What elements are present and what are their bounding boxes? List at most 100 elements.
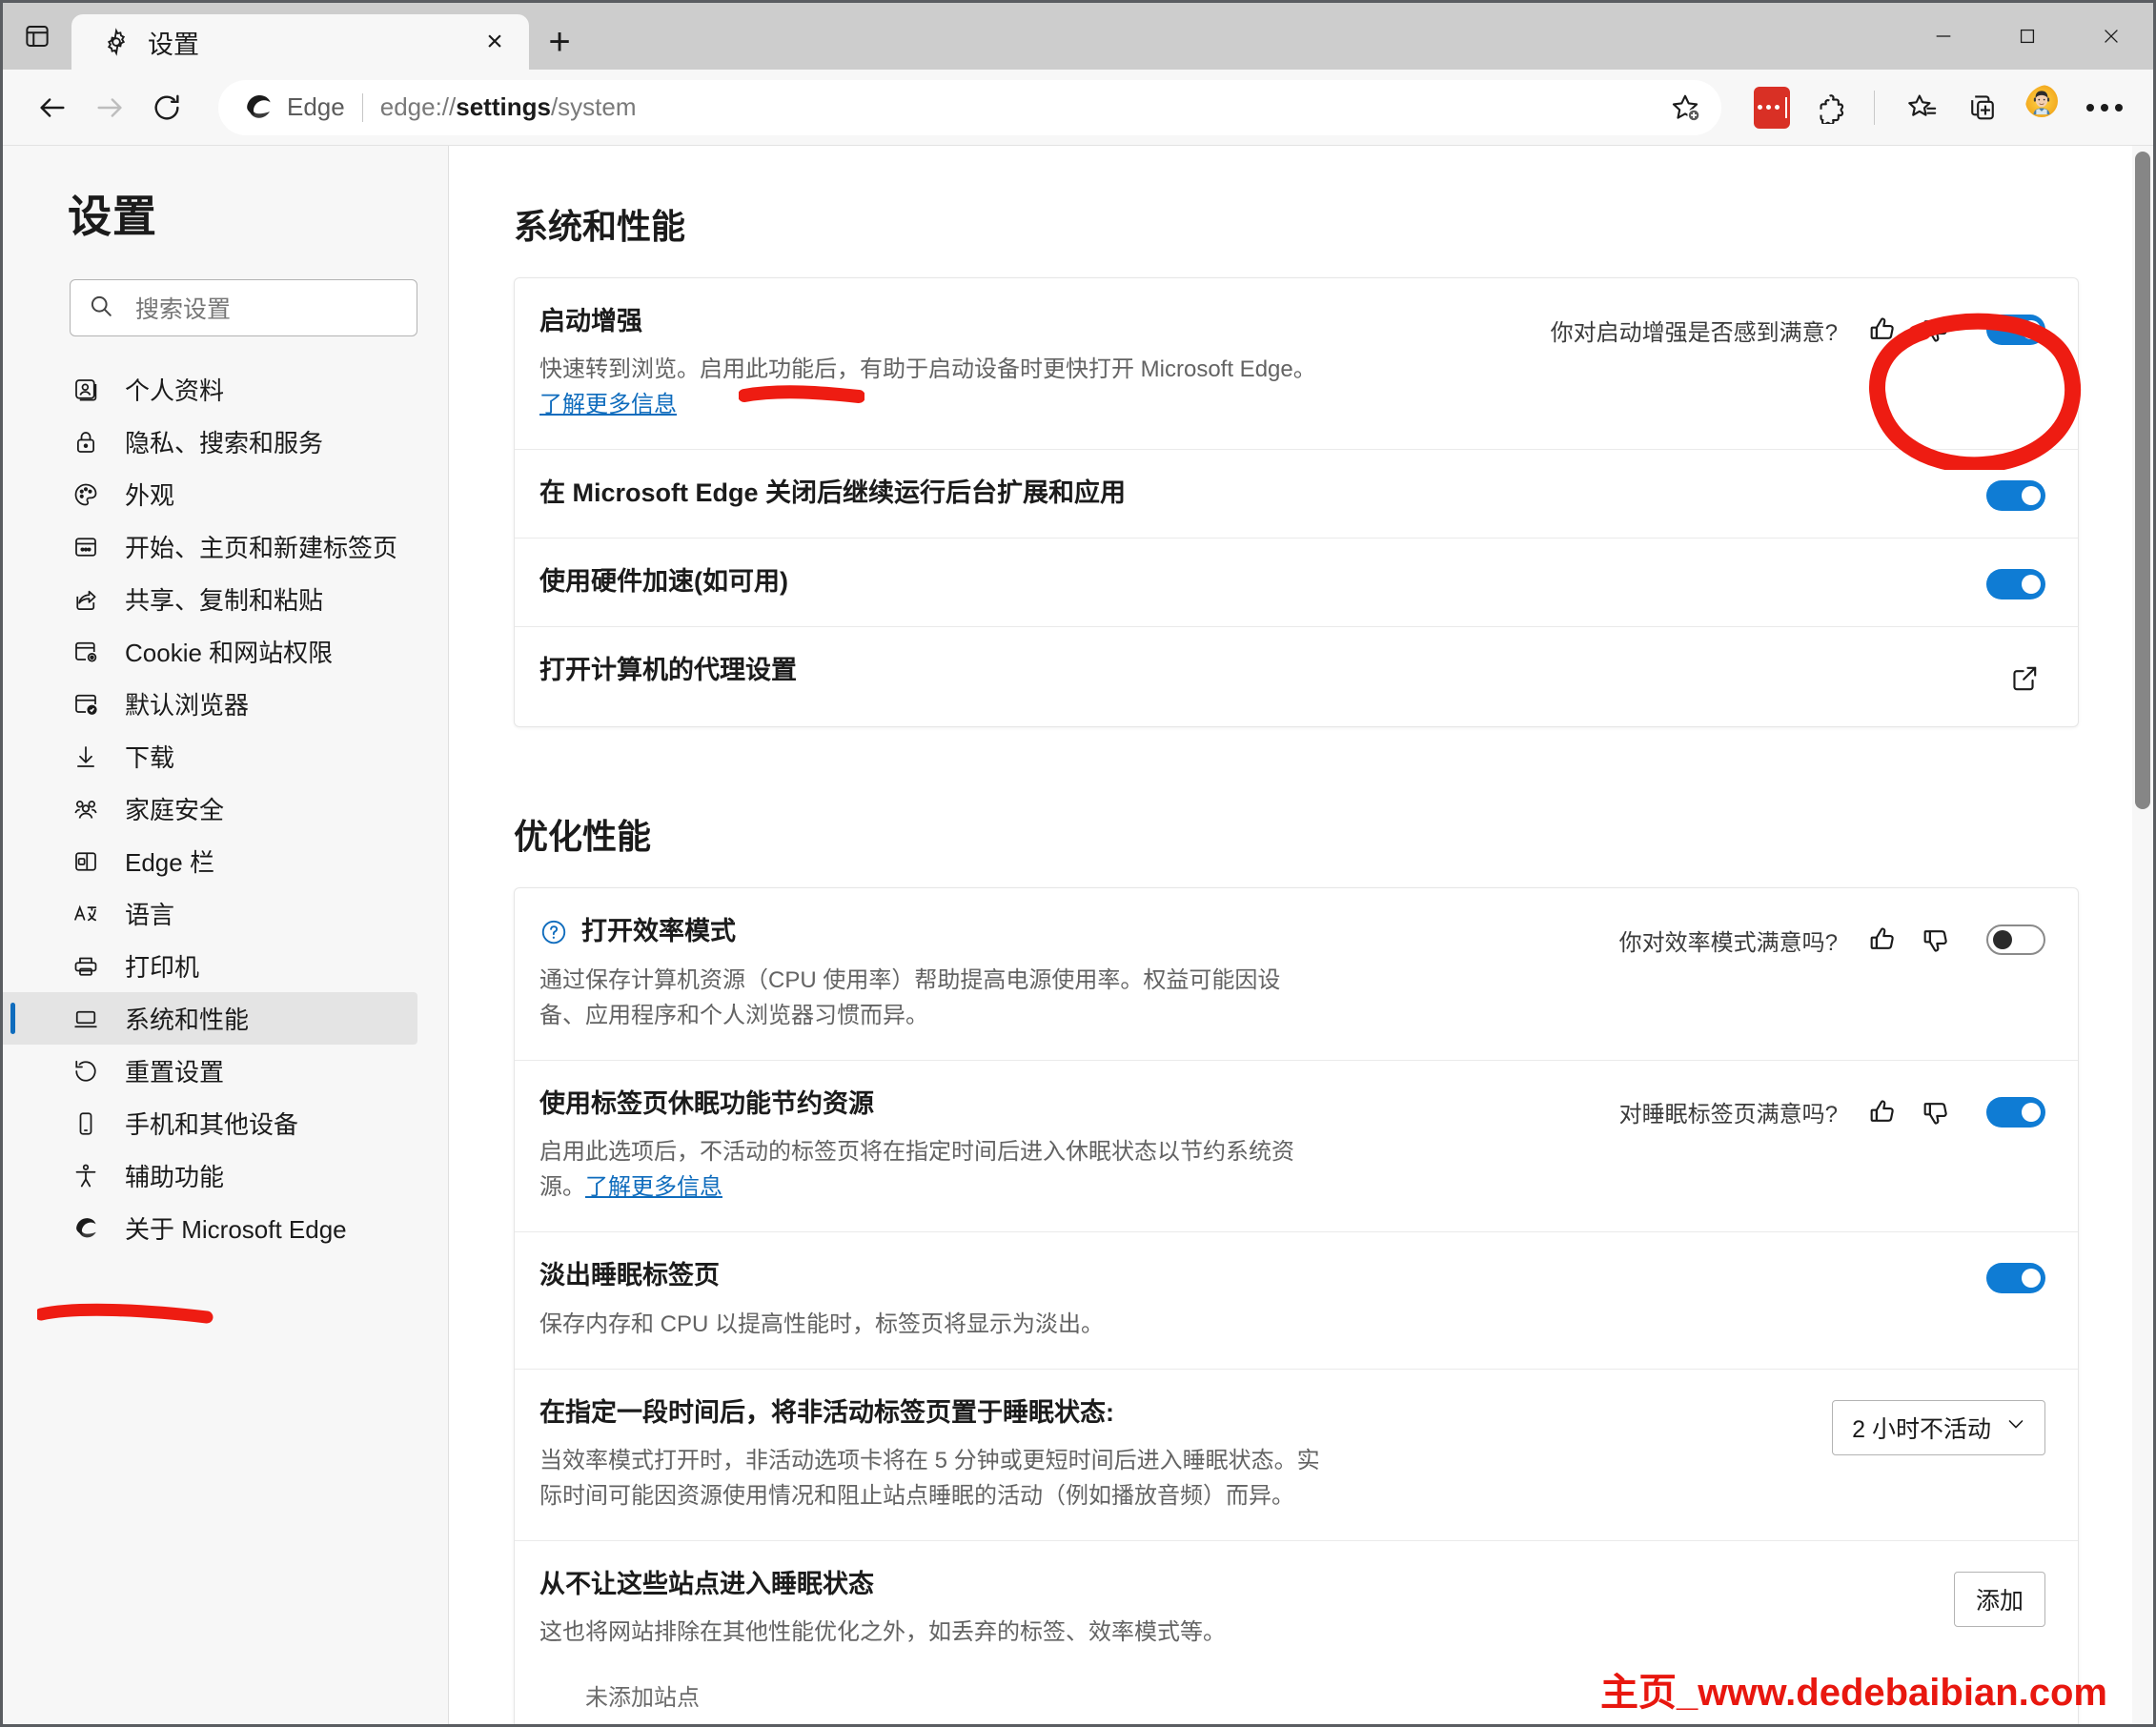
profile-icon — [70, 374, 102, 406]
settings-and-more-icon[interactable] — [2077, 80, 2132, 135]
inactive-timer-dropdown[interactable]: 2 小时不活动 — [1832, 1399, 2045, 1455]
address-brand-label: Edge — [287, 92, 345, 121]
sidebar-item-share-copy-paste[interactable]: 共享、复制和粘贴 — [3, 573, 417, 625]
sidebar-item-label: 默认浏览器 — [125, 691, 250, 720]
startup-boost-toggle[interactable] — [1986, 315, 2045, 345]
new-tab-button[interactable]: + — [529, 14, 590, 70]
family-icon — [70, 793, 102, 825]
puzzle-extensions-icon[interactable] — [1805, 80, 1861, 135]
lock-icon — [70, 426, 102, 458]
thumbs-down-icon[interactable] — [1916, 309, 1958, 351]
sidebar-item-downloads[interactable]: 下载 — [3, 730, 417, 782]
inactive-timer-title: 在指定一段时间后，将非活动标签页置于睡眠状态: — [539, 1397, 1114, 1427]
never-sleep-controls: 添加 — [1954, 1568, 2045, 1628]
efficiency-mode-description: 通过保存计算机资源（CPU 使用率）帮助提高电源使用率。权益可能因设备、应用程序… — [539, 966, 1281, 1028]
sidebar-item-label: 共享、复制和粘贴 — [125, 586, 324, 615]
address-divider — [361, 92, 363, 122]
thumbs-down-icon[interactable] — [1916, 1091, 1958, 1133]
system-settings-card: 启动增强 快速转到浏览。启用此功能后，有助于启动设备时更快打开 Microsof… — [514, 277, 2079, 728]
thumbs-down-icon[interactable] — [1916, 919, 1958, 961]
tab-search-icon[interactable] — [3, 3, 71, 70]
external-link-icon[interactable] — [2003, 658, 2045, 700]
sidebar-item-languages[interactable]: 语言 — [3, 887, 417, 940]
window-controls — [1902, 3, 2153, 70]
learn-more-link[interactable]: 了解更多信息 — [585, 1174, 722, 1200]
proxy-settings-controls — [2003, 654, 2045, 700]
arrow-left-icon[interactable] — [24, 79, 81, 136]
fade-sleeping-toggle[interactable] — [1986, 1263, 2045, 1294]
title-bar: 设置 × + — [3, 3, 2153, 70]
favorites-icon[interactable] — [1894, 80, 1949, 135]
address-url-text: edge://settings/system — [379, 92, 637, 121]
row-hardware-acceleration: 使用硬件加速(如可用) — [515, 538, 2078, 628]
thumbs-up-icon[interactable] — [1862, 1091, 1904, 1133]
sidebar-item-reset-settings[interactable]: 重置设置 — [3, 1045, 417, 1097]
sidebar-item-about-edge[interactable]: 关于 Microsoft Edge — [3, 1202, 417, 1254]
sidebar-item-default-browser[interactable]: 默认浏览器 — [3, 678, 417, 730]
sidebar-item-profile[interactable]: 个人资料 — [3, 363, 417, 416]
thumbs-up-icon[interactable] — [1862, 919, 1904, 961]
learn-more-link[interactable]: 了解更多信息 — [539, 392, 677, 417]
search-icon — [88, 293, 114, 324]
reset-icon — [70, 1055, 102, 1087]
default-browser-icon — [70, 688, 102, 721]
share-icon — [70, 583, 102, 616]
sidebar-item-system-performance[interactable]: 系统和性能 — [3, 992, 417, 1045]
never-sleep-title: 从不让这些站点进入睡眠状态 — [539, 1570, 874, 1599]
sidebar-item-phone-devices[interactable]: 手机和其他设备 — [3, 1097, 417, 1149]
add-site-button[interactable]: 添加 — [1954, 1572, 2045, 1628]
sidebar-item-appearance[interactable]: 外观 — [3, 468, 417, 520]
sleeping-tabs-description: 启用此选项后，不活动的标签页将在指定时间后进入休眠状态以节约系统资源。了解更多信… — [539, 1139, 1294, 1201]
profile-avatar[interactable] — [2016, 80, 2071, 135]
collections-icon[interactable] — [1955, 80, 2010, 135]
scrollbar-thumb[interactable] — [2135, 152, 2150, 809]
sidebar-item-privacy[interactable]: 隐私、搜索和服务 — [3, 416, 417, 468]
hardware-accel-controls — [1969, 565, 2045, 600]
efficiency-mode-toggle[interactable] — [1986, 924, 2045, 956]
refresh-icon[interactable] — [138, 79, 195, 136]
efficiency-mode-title: 打开效率模式 — [581, 917, 736, 946]
settings-main-panel: 系统和性能 启动增强 快速转到浏览。启用此功能后，有助于启动设备时更快打开 Mi… — [449, 146, 2153, 1724]
hardware-accel-title: 使用硬件加速(如可用) — [539, 567, 788, 597]
address-bar[interactable]: Edge edge://settings/system — [218, 79, 1721, 135]
browser-tab[interactable]: 设置 × — [71, 14, 529, 70]
background-apps-toggle[interactable] — [1986, 480, 2045, 512]
sidebar-item-accessibility[interactable]: 辅助功能 — [3, 1149, 417, 1202]
close-window-icon[interactable] — [2069, 3, 2153, 70]
sidebar-item-printers[interactable]: 打印机 — [3, 940, 417, 992]
page-content: 设置 搜索设置 个人资料 隐私、搜索和服务 外观 开始、主页和新建标签页 共享、… — [3, 146, 2153, 1724]
sidebar-item-start-home[interactable]: 开始、主页和新建标签页 — [3, 520, 417, 573]
thumbs-up-icon[interactable] — [1862, 309, 1904, 351]
sidebar-item-edge-bar[interactable]: Edge 栏 — [3, 835, 417, 887]
efficiency-mode-controls: 你对效率模式满意吗? — [1619, 915, 2045, 961]
download-icon — [70, 741, 102, 773]
edge-logo-icon — [241, 91, 275, 125]
efficiency-mode-feedback-question: 你对效率模式满意吗? — [1618, 929, 1838, 956]
chevron-down-icon — [1991, 1412, 2027, 1442]
sidebar-item-label: Edge 栏 — [125, 848, 214, 877]
sidebar-item-label: 隐私、搜索和服务 — [125, 429, 324, 457]
sidebar-nav-list: 个人资料 隐私、搜索和服务 外观 开始、主页和新建标签页 共享、复制和粘贴 Co… — [3, 363, 448, 1254]
startup-boost-title: 启动增强 — [539, 307, 642, 335]
sleeping-tabs-toggle[interactable] — [1986, 1096, 2045, 1128]
sleeping-tabs-controls: 对睡眠标签页满意吗? — [1619, 1087, 2045, 1133]
maximize-icon[interactable] — [1985, 3, 2069, 70]
sidebar-item-family-safety[interactable]: 家庭安全 — [3, 782, 417, 835]
minimize-icon[interactable] — [1902, 3, 1985, 70]
settings-sidebar: 设置 搜索设置 个人资料 隐私、搜索和服务 外观 开始、主页和新建标签页 共享、… — [3, 146, 449, 1724]
help-circle-icon[interactable] — [539, 918, 568, 946]
add-favorite-star-icon[interactable] — [1660, 82, 1710, 132]
scrollbar[interactable] — [2132, 146, 2153, 1724]
extension-badge-icon[interactable] — [1744, 80, 1800, 135]
extension-badge-shape — [1754, 86, 1790, 129]
palette-icon — [70, 478, 102, 511]
row-proxy-settings[interactable]: 打开计算机的代理设置 — [515, 627, 2078, 726]
system-icon — [70, 1003, 102, 1035]
sidebar-item-label: 系统和性能 — [125, 1006, 250, 1034]
search-placeholder: 搜索设置 — [135, 296, 232, 323]
sidebar-item-cookies[interactable]: Cookie 和网站权限 — [3, 625, 417, 678]
search-input[interactable]: 搜索设置 — [70, 279, 417, 336]
close-icon[interactable]: × — [476, 23, 514, 61]
hardware-accel-toggle[interactable] — [1986, 569, 2045, 600]
toolbar-divider — [1874, 90, 1875, 125]
